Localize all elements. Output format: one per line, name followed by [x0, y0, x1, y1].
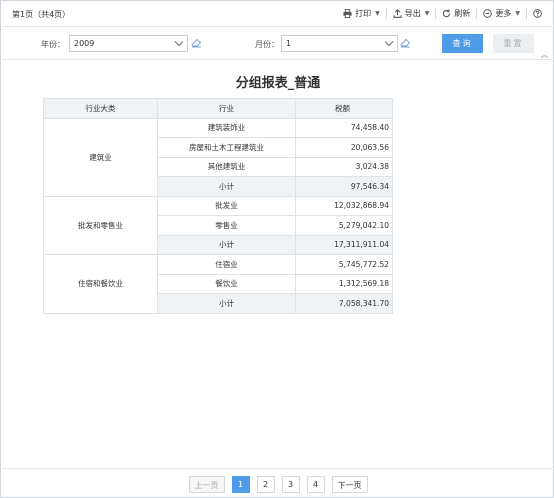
caret-down-icon: ▼: [375, 10, 380, 17]
more-circle-icon: [483, 9, 493, 18]
page-button-1[interactable]: 1: [231, 476, 250, 493]
subtotal-label: 小计: [157, 176, 296, 197]
table-header-row: 行业大类 行业 税额: [43, 98, 393, 119]
query-button[interactable]: 查询: [442, 34, 483, 53]
report-viewer: 第1页（共4页） 打印 ▼ 导出 ▼ 刷新 更多 ▼ 年份： 2009 月份： …: [0, 0, 554, 498]
chevron-down-icon: [384, 41, 394, 47]
page-info: 第1页（共4页）: [12, 10, 71, 19]
subtotal-label: 小计: [157, 293, 296, 314]
print-button[interactable]: 打印 ▼: [340, 8, 383, 19]
month-select[interactable]: 1: [281, 35, 398, 52]
header-industry: 行业: [157, 98, 296, 119]
next-page-button[interactable]: 下一页: [331, 476, 368, 493]
month-value: 1: [286, 39, 292, 48]
group-category: 批发和零售业: [43, 195, 158, 255]
industry-cell: 零售业: [157, 215, 296, 236]
industry-cell: 批发业: [157, 195, 296, 216]
report-title: 分组报表_普通: [235, 76, 321, 91]
year-select[interactable]: 2009: [69, 35, 188, 52]
table-row: 建筑业 建筑装饰业 74,458.40: [43, 117, 393, 197]
filter-bar: 年份： 2009 月份： 1 查询 重置 ︽: [2, 28, 554, 60]
page-button-2[interactable]: 2: [256, 476, 275, 493]
industry-cell: 建筑装饰业: [157, 117, 296, 138]
subtotal-label: 小计: [157, 234, 296, 255]
reset-button[interactable]: 重置: [493, 34, 534, 53]
tax-cell: 12,032,868.94: [295, 195, 393, 216]
help-icon: [533, 9, 542, 18]
report-table: 行业大类 行业 税额 建筑业 建筑装饰业 74,458.40 房屋和土木工程建筑…: [43, 98, 393, 314]
export-button[interactable]: 导出 ▼: [390, 8, 433, 19]
subtotal-value: 7,058,341.70: [295, 293, 393, 314]
clear-icon[interactable]: [191, 37, 202, 48]
tax-cell: 74,458.40: [295, 117, 393, 138]
caret-down-icon: ▼: [424, 10, 430, 17]
caret-down-icon: ▼: [515, 10, 520, 17]
group-category: 建筑业: [43, 117, 158, 197]
refresh-icon: [443, 9, 451, 18]
industry-cell: 住宿业: [157, 254, 296, 275]
toolbar-actions: 打印 ▼ 导出 ▼ 刷新 更多 ▼: [340, 8, 548, 19]
tax-cell: 5,279,042.10: [295, 215, 393, 236]
help-button[interactable]: [530, 9, 548, 18]
divider: [476, 8, 478, 19]
toolbar: 第1页（共4页） 打印 ▼ 导出 ▼ 刷新 更多 ▼: [2, 2, 554, 27]
tax-cell: 20,063.56: [295, 137, 393, 158]
collapse-icon[interactable]: ︽: [541, 50, 548, 60]
printer-icon: [343, 9, 352, 18]
export-icon: [393, 9, 402, 18]
table-row: 批发和零售业 批发业 12,032,868.94: [43, 195, 393, 255]
pagination: 上一页 1 2 3 4 下一页: [2, 476, 554, 493]
subtotal-value: 17,311,911.04: [295, 234, 393, 255]
more-button[interactable]: 更多 ▼: [480, 8, 523, 19]
tax-cell: 3,024.38: [295, 156, 393, 177]
export-label: 导出: [404, 9, 421, 18]
chevron-down-icon: [174, 41, 184, 47]
year-value: 2009: [74, 39, 95, 48]
pagination-bar: 上一页 1 2 3 4 下一页: [2, 468, 554, 498]
tax-cell: 5,745,772.52: [295, 254, 393, 275]
page-button-3[interactable]: 3: [281, 476, 300, 493]
industry-cell: 房屋和土木工程建筑业: [157, 137, 296, 158]
tax-cell: 1,312,569.18: [295, 273, 393, 294]
prev-page-button[interactable]: 上一页: [188, 476, 225, 493]
print-label: 打印: [355, 9, 372, 18]
more-label: 更多: [495, 9, 512, 18]
group-category: 住宿和餐饮业: [43, 254, 158, 314]
divider: [435, 8, 437, 19]
year-label: 年份：: [41, 40, 65, 49]
month-label: 月份：: [255, 40, 279, 49]
page-button-4[interactable]: 4: [306, 476, 325, 493]
header-tax: 税额: [295, 98, 393, 119]
subtotal-value: 97,546.34: [295, 176, 393, 197]
industry-cell: 其他建筑业: [157, 156, 296, 177]
refresh-label: 刷新: [454, 9, 471, 18]
divider: [385, 8, 387, 19]
table-row: 住宿和餐饮业 住宿业 5,745,772.52: [43, 254, 393, 314]
industry-cell: 餐饮业: [157, 273, 296, 294]
clear-icon[interactable]: [400, 37, 411, 48]
divider: [526, 8, 527, 19]
header-category: 行业大类: [43, 98, 158, 119]
refresh-button[interactable]: 刷新: [439, 8, 473, 19]
